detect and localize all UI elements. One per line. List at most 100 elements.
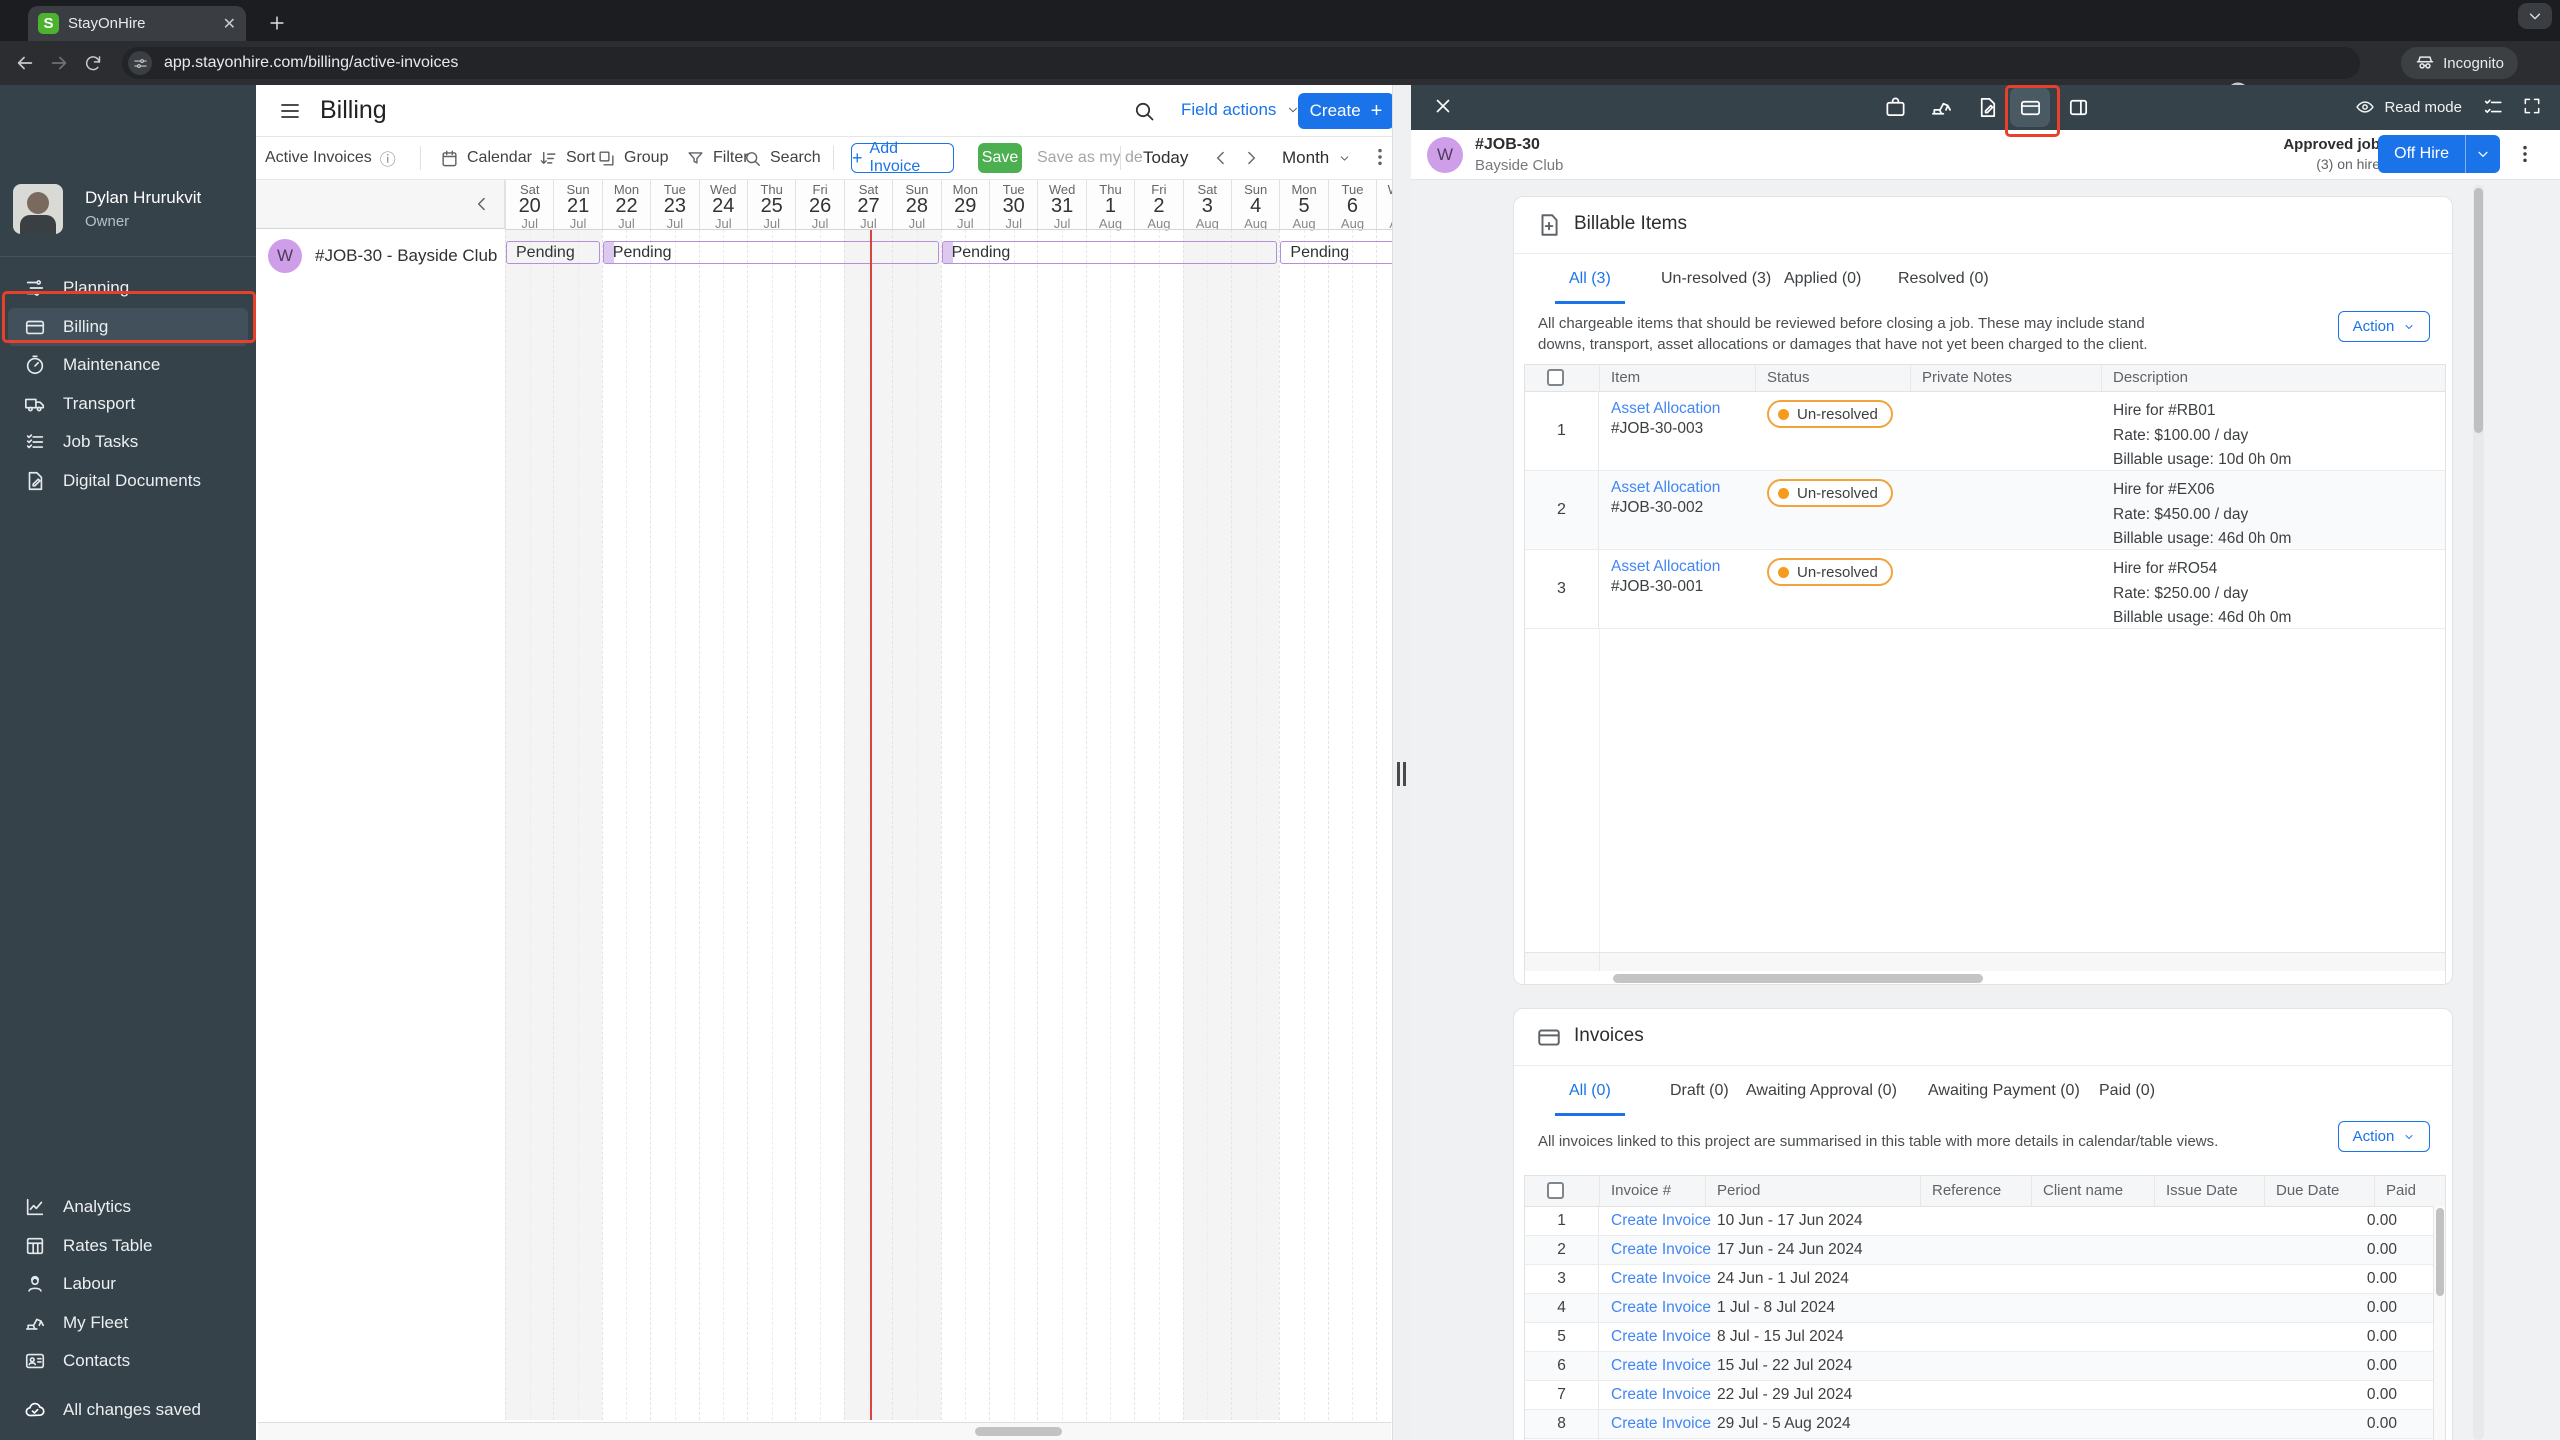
day-column[interactable] [940, 230, 989, 1420]
sidebar-item-contacts[interactable]: Contacts [8, 1342, 248, 1380]
calendar-horizontal-scrollbar[interactable] [258, 1422, 1391, 1440]
group-button[interactable]: Group [597, 137, 668, 179]
invoices-tab-awaiting-payment-0-[interactable]: Awaiting Payment (0) [1928, 1066, 2080, 1116]
invoices-tab-paid-0-[interactable]: Paid (0) [2099, 1066, 2155, 1116]
side-panel-icon[interactable] [2067, 96, 2090, 119]
job-kebab-icon[interactable] [2514, 143, 2536, 165]
item-link[interactable]: Asset Allocation [1611, 479, 1720, 497]
tab-close-icon[interactable]: ✕ [223, 14, 236, 34]
checklist-icon[interactable] [2482, 96, 2504, 118]
billable-row[interactable]: 3 Asset Allocation #JOB-30-001 Un-resolved H… [1525, 550, 2445, 629]
info-icon[interactable]: ⓘ [380, 146, 396, 170]
billable-tab-resolved-0-[interactable]: Resolved (0) [1898, 254, 1989, 304]
invoice-row[interactable]: 5 Create Invoice 8 Jul - 15 Jul 2024 0.00 [1525, 1323, 2445, 1352]
invoice-row[interactable]: 8 Create Invoice 29 Jul - 5 Aug 2024 0.00 [1525, 1410, 2445, 1439]
day-column[interactable] [1327, 230, 1376, 1420]
item-link[interactable]: Asset Allocation [1611, 400, 1720, 418]
sidebar-item-analytics[interactable]: Analytics [8, 1188, 248, 1226]
day-column[interactable] [1376, 230, 1392, 1420]
sidebar-item-planning[interactable]: Planning [8, 269, 248, 307]
tab-search-chevron-button[interactable] [2518, 3, 2552, 29]
prev-period-chevron[interactable] [1211, 148, 1231, 168]
reload-button[interactable] [76, 46, 110, 80]
sidebar-item-my-fleet[interactable]: My Fleet [8, 1304, 248, 1342]
site-settings-icon[interactable] [128, 51, 152, 75]
item-link[interactable]: Asset Allocation [1611, 558, 1720, 576]
field-actions-dropdown[interactable]: Field actions [1181, 100, 1300, 120]
booking-bar-pending[interactable]: Pending [941, 241, 1278, 264]
header-search-icon[interactable] [1132, 99, 1156, 123]
billable-row[interactable]: 1 Asset Allocation #JOB-30-003 Un-resolved H… [1525, 392, 2445, 471]
sidebar-item-transport[interactable]: Transport [8, 385, 248, 423]
booking-bar-pending[interactable]: Pending [1280, 241, 1392, 264]
sidebar-item-digital-documents[interactable]: Digital Documents [8, 462, 248, 500]
next-period-chevron[interactable] [1241, 148, 1261, 168]
close-panel-icon[interactable] [1432, 95, 1456, 119]
day-column[interactable] [1085, 230, 1134, 1420]
save-button[interactable]: Save [978, 143, 1022, 173]
scrollbar-thumb[interactable] [2436, 1208, 2444, 1296]
day-column[interactable] [1182, 230, 1231, 1420]
sidebar-item-maintenance[interactable]: Maintenance [8, 346, 248, 384]
create-invoice-link[interactable]: Create Invoice [1611, 1386, 1711, 1404]
sidebar-item-labour[interactable]: Labour [8, 1265, 248, 1303]
menu-hamburger-icon[interactable] [278, 99, 302, 123]
document-edit-icon[interactable] [1976, 96, 1999, 119]
billable-row[interactable]: 2 Asset Allocation #JOB-30-002 Un-resolved H… [1525, 471, 2445, 550]
day-column[interactable] [650, 230, 698, 1420]
select-all-checkbox[interactable] [1547, 369, 1564, 386]
billable-tab-applied-0-[interactable]: Applied (0) [1784, 254, 1861, 304]
day-column[interactable] [747, 230, 795, 1420]
select-all-checkbox[interactable] [1547, 1182, 1564, 1199]
billable-horizontal-scrollbar[interactable] [1525, 971, 2445, 984]
forward-button[interactable] [42, 46, 76, 80]
invoices-tab-awaiting-approval-0-[interactable]: Awaiting Approval (0) [1746, 1066, 1897, 1116]
sidebar-item-rates-table[interactable]: Rates Table [8, 1227, 248, 1265]
back-button[interactable] [8, 46, 42, 80]
user-profile[interactable]: Dylan Hrurukvit Owner [13, 184, 201, 234]
day-column[interactable] [1037, 230, 1085, 1420]
calendar-job-row-label[interactable]: W #JOB-30 - Bayside Club [256, 229, 505, 283]
invoices-tab-draft-0-[interactable]: Draft (0) [1670, 1066, 1729, 1116]
billable-action-button[interactable]: Action [2338, 311, 2430, 342]
day-column[interactable] [698, 230, 747, 1420]
day-column[interactable] [1231, 230, 1280, 1420]
sort-button[interactable]: Sort [539, 137, 595, 179]
sidebar-item-job-tasks[interactable]: Job Tasks [8, 423, 248, 461]
calendar-view-button[interactable]: Calendar [440, 137, 532, 179]
create-invoice-link[interactable]: Create Invoice [1611, 1415, 1711, 1433]
filter-button[interactable]: Filter [686, 137, 749, 179]
day-column[interactable] [505, 230, 554, 1420]
job-box-icon[interactable] [1884, 96, 1907, 119]
day-column[interactable] [1134, 230, 1182, 1420]
invoice-row[interactable]: 1 Create Invoice 10 Jun - 17 Jun 2024 0.00 [1525, 1207, 2445, 1236]
scrollbar-thumb[interactable] [975, 1427, 1062, 1436]
invoices-vertical-scrollbar[interactable] [2433, 1206, 2445, 1440]
invoice-row[interactable]: 6 Create Invoice 15 Jul - 22 Jul 2024 0.00 [1525, 1352, 2445, 1381]
invoice-row[interactable]: 2 Create Invoice 17 Jun - 24 Jun 2024 0.00 [1525, 1236, 2445, 1265]
address-bar[interactable]: app.stayonhire.com/billing/active-invoic… [122, 47, 2360, 79]
collapse-list-chevron[interactable] [472, 194, 492, 214]
day-column[interactable] [843, 230, 893, 1420]
day-column[interactable] [553, 230, 602, 1420]
day-column[interactable] [892, 230, 941, 1420]
create-button[interactable]: Create + [1298, 93, 1392, 129]
create-invoice-link[interactable]: Create Invoice [1611, 1357, 1711, 1375]
day-column[interactable] [601, 230, 650, 1420]
resize-handle[interactable] [1397, 762, 1406, 786]
create-invoice-link[interactable]: Create Invoice [1611, 1270, 1711, 1288]
range-dropdown[interactable]: Month [1282, 148, 1351, 168]
sidebar-item-billing[interactable]: Billing [8, 307, 248, 346]
browser-tab[interactable]: S StayOnHire ✕ [28, 6, 246, 41]
save-as-default-button[interactable]: Save as my de [1037, 149, 1143, 167]
billable-tab-all-3-[interactable]: All (3) [1555, 254, 1625, 304]
off-hire-dropdown-chevron[interactable] [2465, 135, 2500, 173]
today-button[interactable]: Today [1143, 148, 1188, 168]
invoice-row[interactable]: 4 Create Invoice 1 Jul - 8 Jul 2024 0.00 [1525, 1294, 2445, 1323]
toolbar-kebab-icon[interactable] [1369, 146, 1391, 168]
scrollbar-thumb[interactable] [1613, 974, 1983, 983]
create-invoice-link[interactable]: Create Invoice [1611, 1241, 1711, 1259]
billing-card-icon-selected[interactable] [2010, 87, 2050, 127]
scrollbar-thumb[interactable] [2474, 188, 2483, 433]
invoices-action-button[interactable]: Action [2338, 1121, 2430, 1152]
